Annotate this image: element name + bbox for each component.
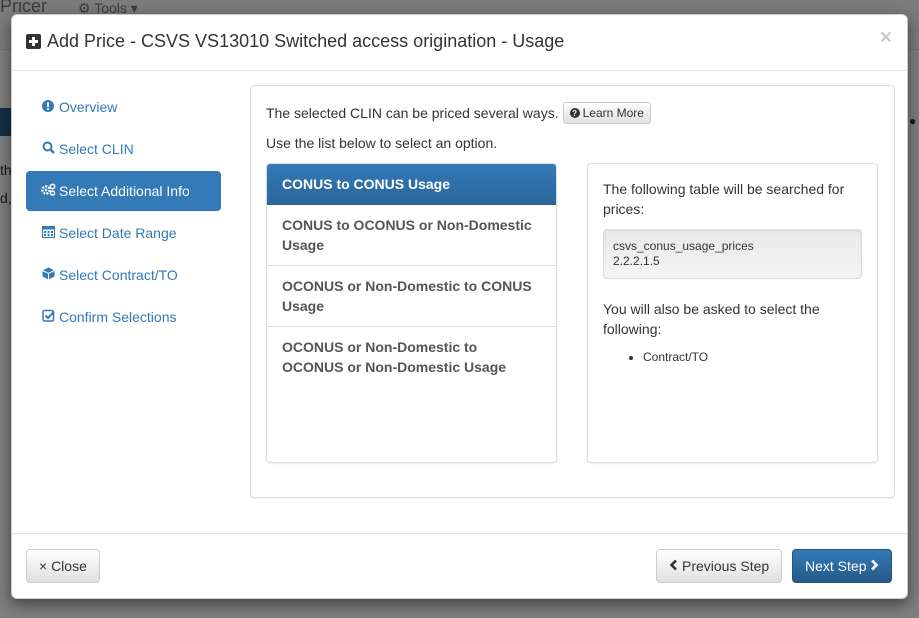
intro-text: The selected CLIN can be priced several … — [266, 105, 559, 121]
price-table-name: csvs_conus_usage_prices — [613, 239, 754, 253]
price-table-version: 2.2.2.1.5 — [613, 254, 660, 268]
previous-step-label: Previous Step — [682, 558, 770, 574]
option-oconus-to-oconus[interactable]: OCONUS or Non-Domestic to OCONUS or Non-… — [267, 327, 556, 387]
previous-step-button[interactable]: Previous Step — [656, 549, 783, 583]
step-select-date-range[interactable]: Select Date Range — [26, 213, 221, 253]
check-square-icon — [41, 309, 55, 325]
close-icon[interactable]: × — [880, 27, 892, 48]
step-label: Confirm Selections — [59, 309, 177, 325]
step-label: Overview — [59, 99, 118, 115]
search-icon — [41, 141, 55, 157]
step-confirm-selections[interactable]: Confirm Selections — [26, 297, 221, 337]
step-label: Select Additional Info — [59, 183, 190, 199]
close-button[interactable]: × Close — [26, 549, 100, 583]
additional-info-panel: The selected CLIN can be priced several … — [250, 85, 895, 498]
pricing-option-list: CONUS to CONUS Usage CONUS to OCONUS or … — [266, 163, 557, 463]
also-select-list: Contract/TO — [603, 349, 862, 365]
learn-more-label: Learn More — [582, 106, 644, 120]
exclamation-circle-icon — [41, 99, 55, 115]
option-conus-to-oconus[interactable]: CONUS to OCONUS or Non-Domestic Usage — [267, 205, 556, 266]
step-label: Select CLIN — [59, 141, 134, 157]
table-search-text: The following table will be searched for… — [603, 181, 845, 217]
intro-line: The selected CLIN can be priced several … — [266, 102, 651, 124]
step-select-additional-info[interactable]: Select Additional Info — [26, 171, 221, 211]
option-info-box: The following table will be searched for… — [587, 163, 878, 463]
next-step-button[interactable]: Next Step — [792, 549, 893, 583]
step-select-contract-to[interactable]: Select Contract/TO — [26, 255, 221, 295]
also-select-text: You will also be asked to select the fol… — [603, 301, 820, 337]
add-price-modal: Add Price - CSVS VS13010 Switched access… — [11, 14, 908, 599]
question-circle-icon: ? — [569, 108, 580, 118]
option-conus-to-conus[interactable]: CONUS to CONUS Usage — [267, 164, 556, 205]
also-select-item: Contract/TO — [643, 349, 862, 365]
calendar-icon — [41, 225, 55, 241]
step-select-clin[interactable]: Select CLIN — [26, 129, 221, 169]
option-oconus-to-conus[interactable]: OCONUS or Non-Domestic to CONUS Usage — [267, 266, 556, 327]
modal-footer: × Close Previous Step Next Step — [12, 533, 907, 598]
price-table-well: csvs_conus_usage_prices 2.2.2.1.5 — [603, 229, 862, 279]
modal-title-text: Add Price - CSVS VS13010 Switched access… — [47, 31, 565, 51]
modal-header: Add Price - CSVS VS13010 Switched access… — [12, 15, 907, 71]
learn-more-button[interactable]: ? Learn More — [562, 102, 651, 124]
step-label: Select Contract/TO — [59, 267, 178, 283]
chevron-left-icon — [669, 558, 678, 574]
step-label: Select Date Range — [59, 225, 177, 241]
cube-icon — [41, 267, 55, 283]
instruction-text: Use the list below to select an option. — [266, 135, 498, 151]
modal-title: Add Price - CSVS VS13010 Switched access… — [26, 31, 564, 52]
gears-icon — [41, 183, 56, 199]
step-overview[interactable]: Overview — [26, 87, 221, 127]
plus-square-icon — [26, 34, 41, 49]
wizard-steps-nav: Overview Select CLIN Select Additional I… — [26, 87, 221, 339]
chevron-right-icon — [870, 558, 879, 574]
next-step-label: Next Step — [805, 558, 867, 574]
